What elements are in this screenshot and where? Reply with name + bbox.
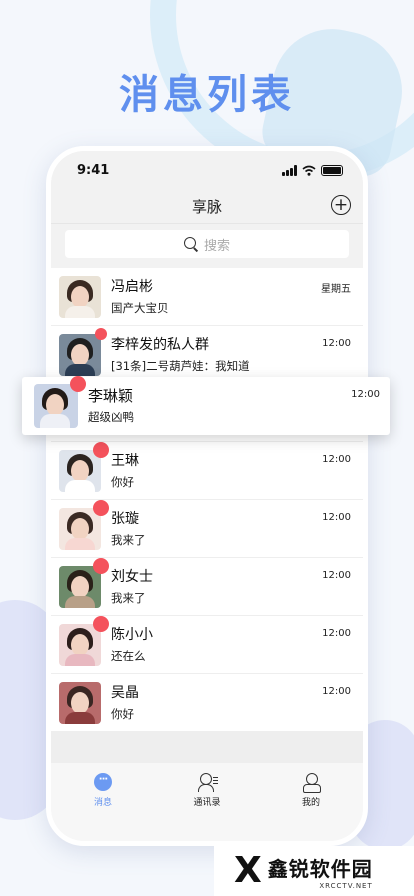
conversation-row[interactable]: 吴晶 你好 12:00 [51,674,363,732]
tab-profile[interactable]: 我的 [271,773,351,841]
conversation-row[interactable]: 陈小小 还在么 12:00 [51,615,363,674]
last-message: 你好 [111,474,134,489]
contacts-icon [198,773,218,792]
tab-label: 我的 [301,798,320,808]
signal-icon [282,164,297,176]
tab-label: 通讯录 [193,798,221,808]
message-time: 星期五 [321,284,351,295]
conversation-row[interactable]: 冯启彬 国产大宝贝 星期五 [51,268,363,326]
message-time: 12:00 [322,512,351,523]
avatar [59,681,101,724]
watermark-subtitle: XRCCTV.NET [319,881,373,890]
last-message: [31条]二号葫芦娃：我知道 [111,358,250,373]
unread-badge [93,615,109,632]
phone-frame: 9:41 享脉 + 搜索 冯启彬 国产大宝贝 星期五 李梓发的私人群 [31条]… [46,146,368,846]
conversation-list: 冯启彬 国产大宝贝 星期五 李梓发的私人群 [31条]二号葫芦娃：我知道 12:… [51,268,363,732]
tab-messages[interactable]: 消息 [63,773,143,841]
status-icons [282,164,343,176]
contact-name: 刘女士 [111,568,153,585]
message-time: 12:00 [322,570,351,581]
search-placeholder: 搜索 [203,238,230,254]
avatar [59,327,107,376]
status-time: 9:41 [77,162,110,178]
message-time: 12:00 [351,389,380,400]
last-message: 我来了 [111,532,146,547]
profile-icon [302,773,321,793]
phone-screen: 9:41 享脉 + 搜索 冯启彬 国产大宝贝 星期五 李梓发的私人群 [31条]… [51,151,363,841]
contact-name: 吴晶 [111,684,139,701]
avatar [59,557,109,608]
conversation-row[interactable]: 刘女士 我来了 12:00 [51,557,363,616]
conversation-row-highlighted[interactable]: 李琳颖 超级凶鸭 12:00 [22,376,390,435]
avatar [59,441,109,492]
tab-label: 消息 [93,798,112,808]
last-message: 国产大宝贝 [111,300,169,315]
contact-name: 王琳 [111,452,139,469]
search-icon [183,237,198,251]
conversation-row[interactable]: 李梓发的私人群 [31条]二号葫芦娃：我知道 12:00 [51,326,363,384]
watermark: X 鑫锐软件园 XRCCTV.NET [214,846,414,896]
avatar [59,499,109,550]
search-input[interactable]: 搜索 [65,230,349,258]
wifi-icon [302,165,316,176]
status-bar: 9:41 [51,151,363,189]
battery-icon [321,164,343,176]
contact-name: 冯启彬 [111,278,153,295]
message-time: 12:00 [322,628,351,639]
last-message: 还在么 [111,648,146,663]
contact-name: 李琳颖 [88,387,134,405]
nav-bar: 享脉 + [51,189,363,223]
contact-name: 李梓发的私人群 [111,336,209,353]
unread-badge [95,327,107,340]
contact-name: 张璇 [111,510,139,527]
message-time: 12:00 [322,338,351,349]
watermark-title: 鑫锐软件园 [267,856,373,881]
last-message: 你好 [111,706,134,721]
unread-badge [70,376,86,392]
unread-badge [93,441,109,458]
conversation-row[interactable]: 张璇 我来了 12:00 [51,499,363,558]
plus-circle-icon[interactable]: + [331,195,351,215]
avatar [59,275,101,318]
last-message: 我来了 [111,590,146,605]
conversation-row[interactable]: 王琳 你好 12:00 [51,441,363,500]
last-message: 超级凶鸭 [88,410,134,424]
search-container: 搜索 [51,223,363,268]
tab-contacts[interactable]: 通讯录 [167,773,247,841]
promo-headline: 消息列表 [119,72,295,118]
watermark-logo: X [234,850,262,891]
avatar [59,615,109,666]
unread-badge [93,557,109,574]
message-time: 12:00 [322,454,351,465]
contact-name: 陈小小 [111,626,153,643]
unread-badge [93,499,109,516]
tab-bar: 消息 通讯录 我的 [51,763,363,841]
message-time: 12:00 [322,686,351,697]
avatar [34,376,86,428]
nav-title: 享脉 [191,197,222,216]
chat-bubble-icon [94,773,112,791]
